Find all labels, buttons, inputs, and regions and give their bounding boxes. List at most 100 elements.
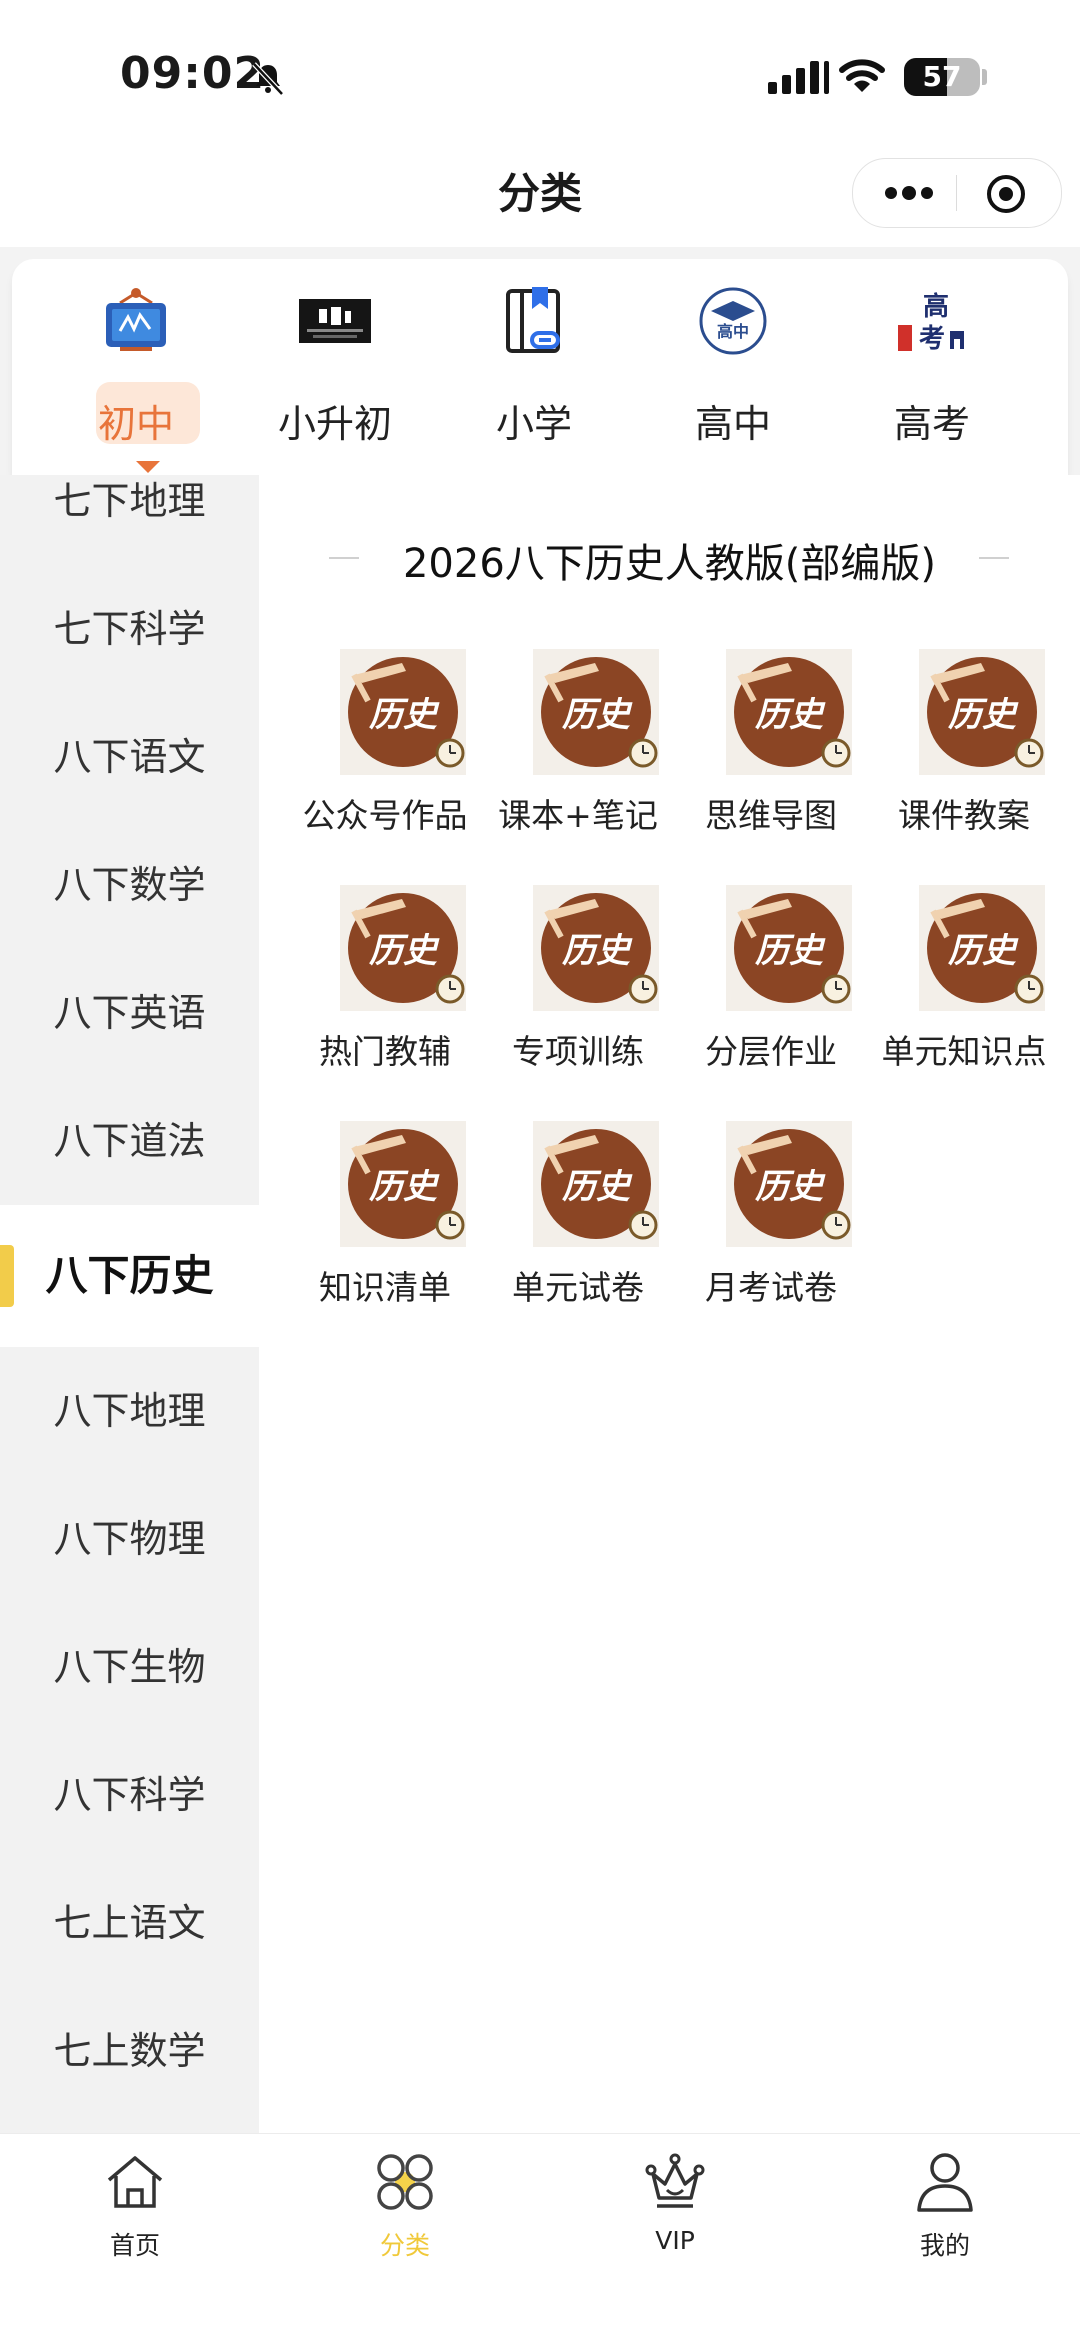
- battery-indicator: 57: [904, 58, 980, 96]
- sidebar-item[interactable]: 八下英语: [0, 949, 259, 1077]
- tab-primary-to-junior[interactable]: 小升初: [235, 275, 435, 475]
- tab-high-school[interactable]: 高中 高中: [633, 275, 833, 475]
- sidebar-item[interactable]: 七上数学: [0, 1987, 259, 2115]
- crown-icon: [645, 2153, 705, 2208]
- resource-label: 热门教辅: [319, 1032, 451, 1071]
- sidebar-item[interactable]: 七上语文: [0, 1859, 259, 1987]
- resource-item[interactable]: 历史 单元知识点: [867, 885, 1061, 1105]
- history-book-icon: 历史: [919, 885, 1045, 1011]
- graduation-cap-icon: 高中: [699, 287, 767, 355]
- resource-label: 分层作业: [705, 1032, 837, 1071]
- resource-label: 课本+笔记: [498, 796, 658, 835]
- resource-item[interactable]: 历史月考试卷: [674, 1121, 868, 1341]
- sidebar-item[interactable]: 八下生物: [0, 1603, 259, 1731]
- tab-gaokao[interactable]: 高 考 高考: [832, 275, 1032, 475]
- sidebar-item[interactable]: 八下科学: [0, 1731, 259, 1859]
- sidebar-item[interactable]: 七下科学: [0, 565, 259, 693]
- sidebar-item[interactable]: 八下地理: [0, 1347, 259, 1475]
- history-book-icon: 历史: [533, 649, 659, 775]
- tab-label: 高中: [694, 402, 771, 446]
- tabbar-vip[interactable]: VIP: [540, 2150, 810, 2270]
- bottom-tab-bar: 首页 分类 VIP 我的: [0, 2133, 1080, 2347]
- resource-label: 单元试卷: [512, 1268, 644, 1307]
- resource-item[interactable]: 历史 知识清单: [288, 1121, 482, 1341]
- tabbar-mine[interactable]: 我的: [810, 2150, 1080, 2270]
- resource-label: 专项训练: [512, 1032, 644, 1071]
- book-link-icon: [506, 287, 560, 353]
- history-book-icon: 历史: [726, 885, 852, 1011]
- active-caret-icon: [136, 461, 160, 473]
- history-icon-text: 历史: [369, 931, 440, 971]
- history-book-icon: 历史: [533, 885, 659, 1011]
- battery-tip: [982, 69, 987, 85]
- cellular-signal-icon: [768, 61, 829, 94]
- sidebar-item[interactable]: 八下物理: [0, 1475, 259, 1603]
- history-book-icon: 历史: [340, 1121, 466, 1247]
- resource-item[interactable]: 历史分层作业: [674, 885, 868, 1105]
- history-icon-text: 历史: [755, 695, 826, 735]
- section-title: 2026八下历史人教版(部编版): [402, 541, 936, 587]
- subject-sidebar: 七下地理 七下科学 八下语文 八下数学 八下英语 八下道法 八下历史 八下地理 八下物理 八下生物…: [0, 475, 259, 2133]
- resource-item[interactable]: 历史专项训练: [481, 885, 675, 1105]
- sidebar-item[interactable]: 七下地理: [0, 475, 259, 565]
- history-icon-text: 历史: [562, 931, 633, 971]
- resource-item[interactable]: 历史思维导图: [674, 649, 868, 869]
- sidebar-active-indicator: [0, 1245, 14, 1307]
- sidebar-item[interactable]: 八下历史: [0, 1205, 259, 1347]
- tab-label: 小升初: [277, 402, 392, 446]
- sidebar-item[interactable]: 八下道法: [0, 1077, 259, 1205]
- capsule-divider: [956, 175, 957, 211]
- history-icon-text: 历史: [948, 695, 1019, 735]
- high-school-icon-text: 高中: [717, 322, 749, 341]
- history-book-icon: 历史: [919, 649, 1045, 775]
- resource-item[interactable]: 历史课本+笔记: [481, 649, 675, 869]
- home-icon: [107, 2156, 163, 2208]
- resource-label: 公众号作品: [302, 796, 468, 835]
- tab-label: 小学: [495, 402, 572, 446]
- status-bar: 09:02 57: [0, 0, 1080, 150]
- history-book-icon: 历史: [726, 1121, 852, 1247]
- history-icon-text: 历史: [562, 1167, 633, 1207]
- history-book-icon: 历史: [726, 649, 852, 775]
- poster-thumbnail-icon: [299, 299, 371, 343]
- tabbar-label: 我的: [919, 2231, 970, 2260]
- tab-label: 高考: [893, 402, 970, 446]
- close-miniprogram-icon[interactable]: [985, 173, 1027, 215]
- mini-program-capsule: [852, 158, 1062, 228]
- blackboard-icon: [106, 288, 166, 351]
- resource-item[interactable]: 历史课件教案: [867, 649, 1061, 869]
- resource-item[interactable]: 历史公众号作品: [288, 649, 482, 869]
- user-icon: [917, 2153, 973, 2212]
- tab-primary[interactable]: 小学: [434, 275, 634, 475]
- wifi-icon: [839, 59, 885, 92]
- gaokao-icon-text-2: 考: [919, 324, 945, 354]
- history-icon-text: 历史: [755, 1167, 826, 1207]
- resource-label: 思维导图: [705, 796, 837, 835]
- title-divider-right: [979, 557, 1009, 559]
- battery-level-text: 57: [922, 60, 962, 93]
- resource-item[interactable]: 历史单元试卷: [481, 1121, 675, 1341]
- tabbar-category[interactable]: 分类: [270, 2150, 540, 2270]
- gaokao-logo-icon: 高 考: [898, 291, 964, 354]
- content-panel: 2026八下历史人教版(部编版) 历史 公众号作品 历史 课本+笔记 历史 思维导图 历史课…: [259, 475, 1080, 2133]
- history-icon-text: 历史: [562, 695, 633, 735]
- level-tabs-container: 初中 小升初 小学 高中 高中 高 考 高考: [0, 247, 1080, 475]
- history-book-icon: 历史: [533, 1121, 659, 1247]
- bell-muted-icon: [252, 62, 284, 96]
- resource-label: 课件教案: [898, 796, 1030, 835]
- tabbar-home[interactable]: 首页: [0, 2150, 270, 2270]
- more-icon[interactable]: [883, 181, 935, 205]
- sidebar-item[interactable]: 八下语文: [0, 693, 259, 821]
- tabbar-label: VIP: [655, 2226, 695, 2255]
- tabbar-label: 分类: [379, 2231, 430, 2260]
- history-icon-text: 历史: [369, 1167, 440, 1207]
- sidebar-item[interactable]: 八下数学: [0, 821, 259, 949]
- resource-item[interactable]: 历史热门教辅: [288, 885, 482, 1105]
- history-book-icon: 历史: [340, 649, 466, 775]
- tab-label: 初中: [97, 402, 174, 446]
- tabbar-label: 首页: [109, 2231, 160, 2260]
- history-icon-text: 历史: [948, 931, 1019, 971]
- resource-label: 月考试卷: [705, 1268, 837, 1307]
- tab-junior-high[interactable]: 初中: [36, 275, 236, 475]
- history-book-icon: 历史: [340, 885, 466, 1011]
